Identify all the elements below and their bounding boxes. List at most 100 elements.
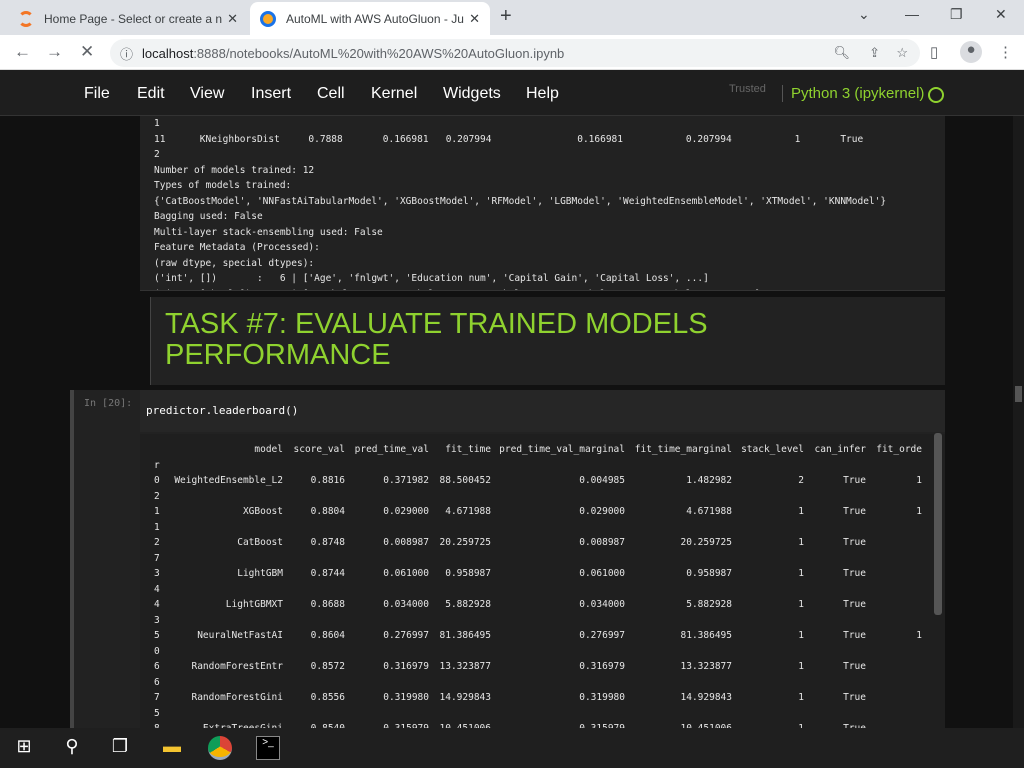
menu-view[interactable]: View <box>190 85 224 103</box>
wrapped-text: 7 <box>154 552 160 564</box>
url-host: localhost <box>142 45 194 61</box>
jupyter-icon <box>260 10 276 27</box>
table-cell: 0.8556 <box>310 692 345 703</box>
table-cell: RandomForestGini <box>191 692 283 703</box>
tab-search-icon[interactable]: ⌄ <box>858 6 870 23</box>
table-cell: 3 <box>154 568 160 579</box>
menu-widgets[interactable]: Widgets <box>443 85 501 103</box>
forward-icon[interactable]: → <box>46 42 63 62</box>
page-scrollbar[interactable] <box>1013 116 1024 728</box>
page-scroll-thumb[interactable] <box>1015 386 1022 402</box>
notebook-area: 1 11 KNeighborsDist 0.7888 0.166981 0.207… <box>70 116 945 728</box>
output-line: ('int', ['bool']) : 100 | ['Workclass_0'… <box>154 287 886 291</box>
table-cell <box>866 597 922 613</box>
restore-button[interactable]: ❐ <box>950 6 963 23</box>
kernel-idle-icon <box>928 87 944 103</box>
table-cell: pred_time_val <box>354 444 429 455</box>
table-cell: 14.929843 <box>680 692 732 703</box>
zoom-icon[interactable]: 🔍︎ <box>833 45 850 61</box>
table-cell: 13.323877 <box>680 661 732 672</box>
table-row: 4 LightGBMXT 0.8688 0.034000 5.882928 0.03400… <box>154 597 922 613</box>
table-cell: 1 <box>732 721 804 728</box>
search-icon[interactable]: ⚲ <box>60 736 84 760</box>
table-cell: 0.958987 <box>445 568 491 579</box>
table-cell: 1 <box>916 630 922 641</box>
tab-automl-notebook[interactable]: AutoML with AWS AutoGluon - Ju ✕ <box>250 2 490 35</box>
table-cell: model <box>254 444 283 455</box>
menu-help[interactable]: Help <box>526 85 559 103</box>
close-tab-icon[interactable]: ✕ <box>469 11 480 27</box>
markdown-cell[interactable]: TASK #7: EVALUATE TRAINED MODELS PERFORM… <box>150 297 945 385</box>
table-cell: 0.8688 <box>310 599 345 610</box>
menu-edit[interactable]: Edit <box>137 85 165 103</box>
table-cell: 0.276997 <box>579 630 625 641</box>
kernel-name[interactable]: Python 3 (ipykernel) <box>782 85 924 102</box>
table-cell: 0.315979 <box>345 721 429 728</box>
output-line: ('int', []) : 6 | ['Age', 'fnlgwt', 'Edu… <box>154 273 709 284</box>
table-cell: fit_time_marginal <box>634 444 732 455</box>
share-icon[interactable]: ⇪ <box>869 45 880 61</box>
output-line: Types of models trained: <box>154 180 292 191</box>
table-cell: 0.8744 <box>310 568 345 579</box>
table-cell: 5 <box>154 630 160 641</box>
table-cell: LightGBM <box>237 568 283 579</box>
table-cell: 1 <box>798 630 804 641</box>
url-path: :8888/notebooks/AutoML%20with%20AWS%20Au… <box>193 45 565 61</box>
output-line: 1 <box>154 118 160 129</box>
menu-file[interactable]: File <box>84 85 110 103</box>
wrapped-text: 3 <box>154 614 160 626</box>
bookmark-star-icon[interactable]: ☆ <box>896 45 908 61</box>
table-cell: 2 <box>798 475 804 486</box>
code-text: predictor.leaderboard() <box>146 404 299 417</box>
table-cell: CatBoost <box>237 537 283 548</box>
info-icon[interactable]: ⓘ <box>120 44 133 63</box>
file-explorer-icon[interactable]: ▬ <box>160 736 184 760</box>
tab-home-page[interactable]: Home Page - Select or create a n ✕ <box>8 2 248 35</box>
table-cell: 0.8816 <box>310 475 345 486</box>
minimize-button[interactable]: — <box>905 6 919 22</box>
table-row: 2 CatBoost 0.8748 0.008987 20.259725 0.008987… <box>154 535 922 551</box>
output-line: Multi-layer stack-ensembling used: False <box>154 226 383 238</box>
table-cell: fit_orde <box>876 444 922 455</box>
chrome-icon[interactable] <box>208 736 232 760</box>
menu-cell[interactable]: Cell <box>317 85 345 103</box>
table-cell: 1 <box>798 599 804 610</box>
code-cell[interactable]: In [20]: predictor.leaderboard() model sc… <box>70 390 945 728</box>
close-tab-icon[interactable]: ✕ <box>227 11 238 27</box>
table-cell: True <box>843 661 866 672</box>
table-cell: 0.061000 <box>579 568 625 579</box>
task-view-icon[interactable]: ❐ <box>108 736 132 760</box>
terminal-icon[interactable]: >_ <box>256 736 280 760</box>
table-cell: score_val <box>293 444 345 455</box>
side-panel-icon[interactable]: ▯ <box>930 43 938 61</box>
table-cell: 0.004985 <box>579 475 625 486</box>
menu-insert[interactable]: Insert <box>251 85 291 103</box>
table-cell: 14.929843 <box>439 692 491 703</box>
table-cell: pred_time_val_marginal <box>499 444 625 455</box>
menu-kebab-icon[interactable]: ⋮ <box>998 43 1013 61</box>
table-cell: 0.371982 <box>383 475 429 486</box>
stop-loading-icon[interactable]: ✕ <box>80 42 94 62</box>
menu-kernel[interactable]: Kernel <box>371 85 417 103</box>
table-cell: fit_time <box>445 444 491 455</box>
windows-start-icon[interactable]: ⊞ <box>12 736 36 760</box>
output-scrollbar[interactable] <box>934 433 942 615</box>
table-cell: ExtraTreesGini <box>170 721 283 728</box>
table-cell: 1 <box>916 506 922 517</box>
table-cell: 6 <box>154 661 160 672</box>
trusted-indicator[interactable]: Trusted <box>729 83 766 95</box>
training-output: 1 11 KNeighborsDist 0.7888 0.166981 0.207… <box>140 116 945 291</box>
table-cell: 1 <box>798 692 804 703</box>
table-cell: 10.451006 <box>625 721 732 728</box>
new-tab-button[interactable]: + <box>500 5 512 28</box>
profile-avatar-icon[interactable]: ● <box>960 41 982 63</box>
table-cell: 0.029000 <box>383 506 429 517</box>
input-prompt: In [20]: <box>84 398 133 409</box>
back-icon[interactable]: ← <box>14 42 31 62</box>
table-cell: 1 <box>798 537 804 548</box>
code-input[interactable]: predictor.leaderboard() <box>140 390 945 432</box>
table-cell: 81.386495 <box>680 630 732 641</box>
url-input[interactable]: ⓘ localhost:8888/notebooks/AutoML%20with… <box>110 39 920 67</box>
close-window-button[interactable]: ✕ <box>995 6 1007 23</box>
table-cell: 1 <box>154 506 160 517</box>
